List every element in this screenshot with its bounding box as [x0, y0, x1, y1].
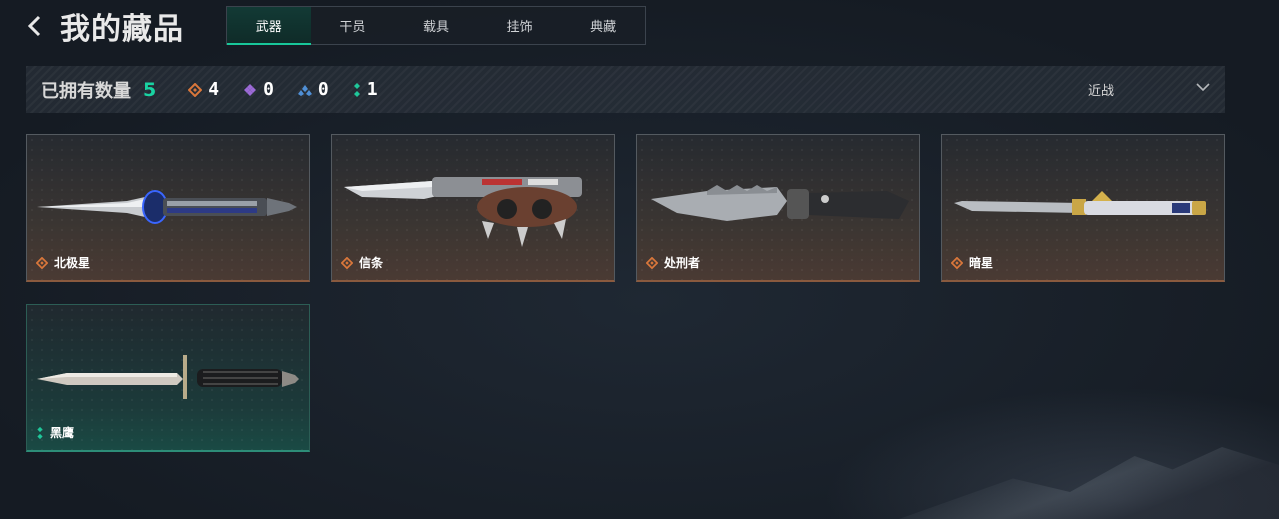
green-dots-icon	[353, 82, 360, 97]
blue-triangle-icon	[297, 84, 312, 96]
rarity-count-purple: 0	[243, 79, 274, 100]
green-dots-icon	[37, 426, 43, 439]
tab-operators[interactable]: 干员	[311, 7, 395, 44]
weapon-card-creed[interactable]: 信条	[331, 134, 615, 282]
weapon-card-black-hawk[interactable]: 黑鹰	[26, 304, 310, 452]
rarity-count-value: 1	[366, 79, 378, 100]
weapon-card-polaris[interactable]: 北极星	[26, 134, 310, 282]
item-name-row: 处刑者	[646, 254, 700, 271]
rarity-count-blue: 0	[297, 79, 329, 100]
orange-diamond-icon	[188, 82, 203, 97]
tab-charms[interactable]: 挂饰	[478, 7, 562, 44]
item-name-row: 北极星	[36, 254, 90, 271]
rarity-count-value: 0	[263, 79, 274, 100]
item-name: 黑鹰	[50, 426, 75, 440]
ownership-stats-bar: 已拥有数量 5 4 0 0 1 近战	[26, 66, 1225, 113]
item-name-row: 黑鹰	[36, 424, 74, 441]
orange-diamond-icon	[646, 256, 658, 269]
chevron-down-icon	[1196, 83, 1210, 92]
chevron-left-icon	[27, 15, 41, 37]
item-name: 暗星	[969, 256, 994, 270]
owned-count-label: 已拥有数量	[41, 80, 131, 102]
item-name: 北极星	[54, 256, 91, 270]
item-name-row: 暗星	[951, 254, 993, 271]
category-filter-dropdown[interactable]: 近战	[1075, 66, 1225, 113]
orange-diamond-icon	[36, 256, 48, 269]
item-name: 处刑者	[664, 256, 701, 270]
orange-diamond-icon	[341, 256, 353, 269]
item-name: 信条	[359, 256, 384, 270]
purple-diamond-icon	[244, 83, 257, 96]
background-mountain	[899, 447, 1279, 519]
item-name-row: 信条	[341, 254, 383, 271]
owned-count-value: 5	[143, 78, 157, 101]
page-title: 我的藏品	[60, 12, 184, 47]
weapon-card-dark-star[interactable]: 暗星	[941, 134, 1225, 282]
rarity-count-green: 1	[353, 79, 378, 100]
category-tabs: 武器 干员 载具 挂饰 典藏	[226, 6, 646, 45]
filter-selected-value: 近战	[1088, 84, 1115, 99]
back-button[interactable]	[26, 6, 48, 46]
page-header: 我的藏品	[26, 6, 184, 47]
orange-diamond-icon	[951, 256, 963, 269]
tab-collection[interactable]: 典藏	[561, 7, 645, 44]
rarity-count-value: 4	[208, 79, 220, 100]
tab-vehicles[interactable]: 载具	[394, 7, 478, 44]
rarity-count-value: 0	[317, 79, 329, 100]
tab-weapons[interactable]: 武器	[227, 7, 311, 45]
rarity-count-orange: 4	[188, 79, 219, 100]
weapon-card-executioner[interactable]: 处刑者	[636, 134, 920, 282]
